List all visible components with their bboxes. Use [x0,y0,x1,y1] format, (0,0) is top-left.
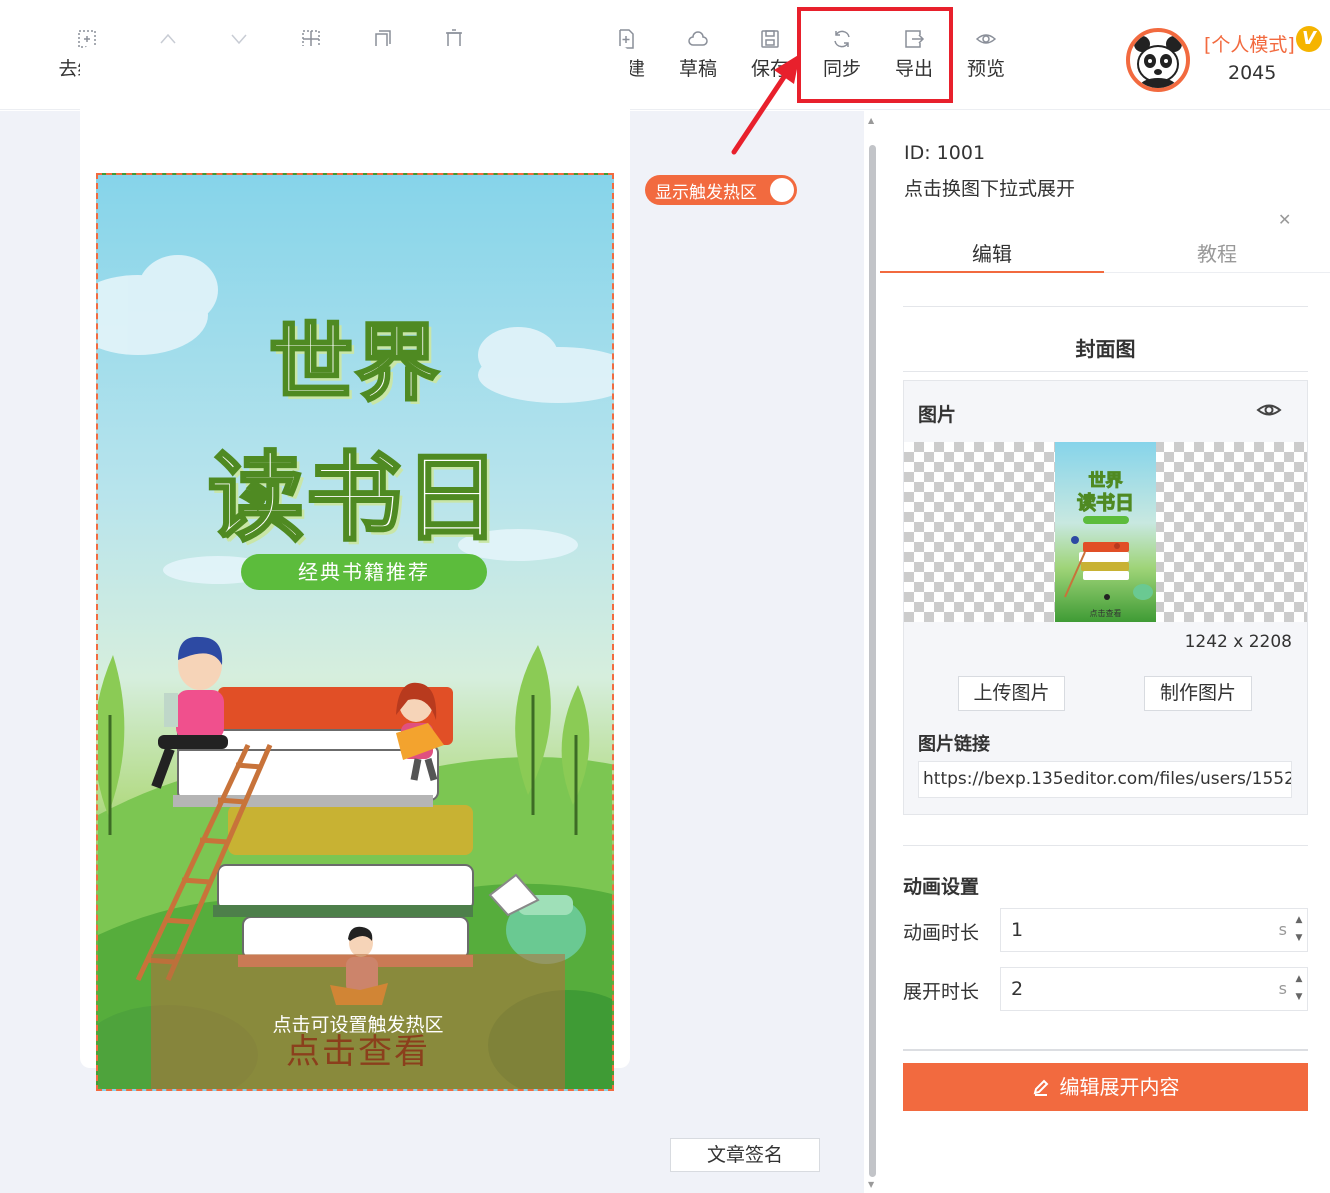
duration-input[interactable]: 1 s ▲ ▼ [1000,908,1308,952]
image-thumbnail[interactable]: 世界 读书日 点击查看 [1055,442,1156,622]
divider [903,845,1308,846]
divider [903,371,1308,372]
thumb-cta: 点击查看 [1089,609,1122,618]
stepper-icon[interactable]: ▲ ▼ [1293,970,1305,1006]
scroll-down-icon[interactable]: ▼ [868,1180,874,1189]
scroll-up-icon[interactable]: ▲ [868,116,874,125]
poster-pill: 经典书籍推荐 [241,554,487,590]
scrollbar-thumb[interactable] [869,145,876,1177]
poster-title-line1: 世界 [267,313,441,414]
divider [903,306,1308,307]
eye-icon[interactable] [1256,400,1282,424]
edit-button-label: 编辑展开内容 [1059,1075,1180,1099]
component-id: ID: 1001 [904,142,986,164]
toggle-knob [770,178,794,202]
eye-icon [975,28,997,50]
thumb-illustration [1064,536,1153,600]
mode-label[interactable]: [个人模式] [1204,30,1295,57]
duration-value: 1 [1011,919,1024,941]
component-description: 点击换图下拉式展开 [904,178,1076,200]
image-size: 1242 x 2208 [1184,632,1292,652]
tab-active-indicator [880,271,1104,273]
pencil-icon [1033,1079,1048,1096]
stepper-icon[interactable]: ▲ ▼ [1293,911,1305,947]
duration-unit: s [1278,920,1287,939]
image-card-title: 图片 [918,404,957,426]
duration-label: 动画时长 [903,922,980,944]
animation-section-title: 动画设置 [903,876,980,898]
annotation-arrow-icon [731,54,800,155]
expand-unit: s [1278,979,1287,998]
hotspot-hint: 点击可设置触发热区 [272,1014,444,1036]
image-link-label: 图片链接 [918,734,990,755]
divider [903,1049,1308,1051]
show-hotspot-toggle[interactable]: 显示触发热区 [645,175,797,205]
upload-image-button[interactable]: 上传图片 [958,676,1065,711]
tools-icon[interactable]: ✕ [1278,210,1291,229]
tab-edit[interactable]: 编辑 [880,238,1104,267]
vip-badge: V [1296,26,1322,52]
signature-button[interactable]: 文章签名 [670,1138,820,1172]
expand-label: 展开时长 [903,981,980,1003]
expand-input[interactable]: 2 s ▲ ▼ [1000,967,1308,1011]
image-link-input[interactable]: https://bexp.135editor.com/files/users/1… [918,761,1292,798]
cloud-icon [687,28,709,50]
expand-value: 2 [1011,978,1024,1000]
make-image-button[interactable]: 制作图片 [1144,676,1252,711]
user-number: 2045 [1228,62,1277,84]
avatar[interactable] [1126,28,1190,92]
panda-avatar-icon [1134,36,1182,88]
highlight-box [797,7,953,103]
edit-expand-content-button[interactable]: 编辑展开内容 [903,1063,1308,1111]
poster-title-line2: 读书日 [207,441,502,556]
toggle-label: 显示触发热区 [655,183,757,203]
preview-button[interactable]: 预览 [950,28,1022,82]
tab-tutorial[interactable]: 教程 [1105,238,1329,267]
cover-section-title: 封面图 [1075,337,1136,361]
